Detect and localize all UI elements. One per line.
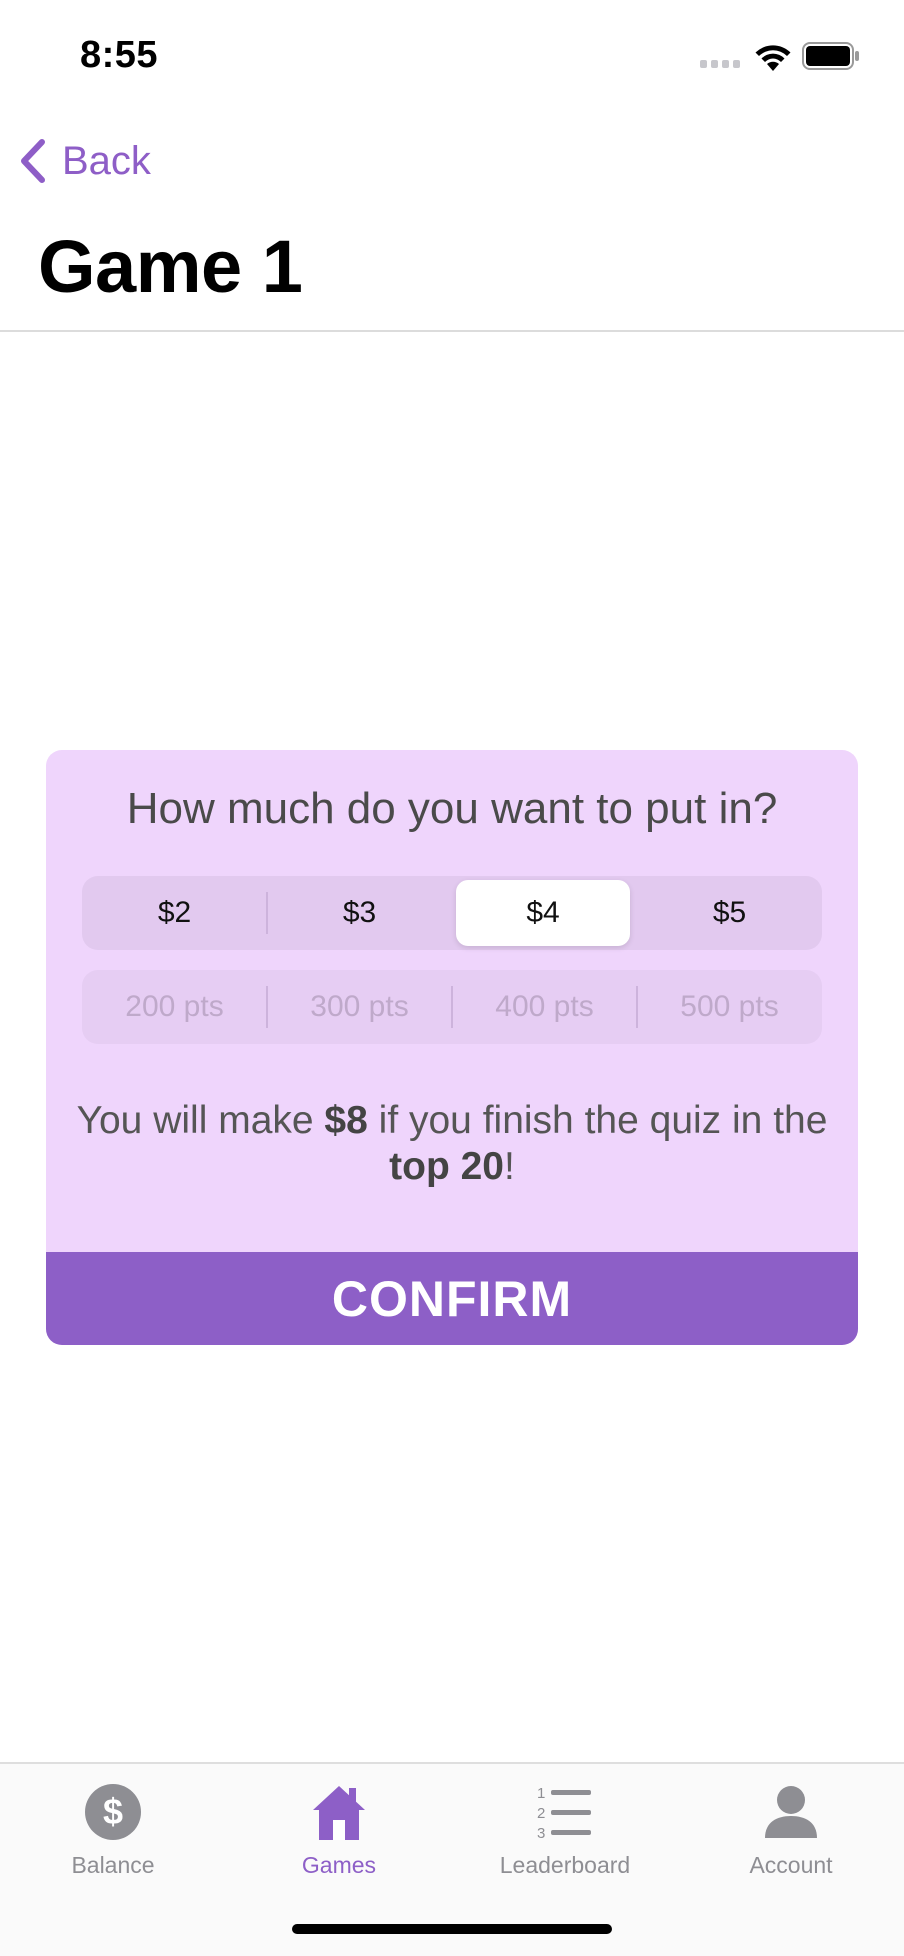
amount-option-2[interactable]: $2 bbox=[82, 876, 267, 950]
message-suffix: ! bbox=[504, 1145, 515, 1188]
page-title: Game 1 bbox=[38, 225, 303, 308]
person-icon bbox=[765, 1786, 817, 1838]
tab-label: Balance bbox=[71, 1852, 155, 1878]
stake-card: How much do you want to put in? $2 $3 $4… bbox=[46, 750, 858, 1345]
confirm-button[interactable]: CONFIRM bbox=[46, 1252, 858, 1345]
numbered-list-icon: 1 2 3 bbox=[537, 1785, 591, 1842]
svg-text:3: 3 bbox=[537, 1825, 545, 1842]
chevron-left-icon bbox=[21, 139, 45, 183]
tab-label: Account bbox=[749, 1852, 833, 1878]
home-indicator bbox=[292, 1924, 612, 1934]
tab-balance[interactable]: $ Balance bbox=[0, 1778, 226, 1888]
svg-text:1: 1 bbox=[537, 1785, 545, 1802]
points-segmented-control: 200 pts 300 pts 400 pts 500 pts bbox=[82, 970, 822, 1044]
svg-text:2: 2 bbox=[537, 1805, 545, 1822]
message-middle: if you finish the quiz in the bbox=[367, 1099, 828, 1142]
points-option-400: 400 pts bbox=[495, 990, 594, 1023]
payout-message: You will make $8 if you finish the quiz … bbox=[76, 1098, 828, 1190]
dollar-icon: $ bbox=[85, 1784, 141, 1840]
message-amount: $8 bbox=[324, 1099, 368, 1142]
nav-divider bbox=[0, 330, 904, 332]
amount-option-3[interactable]: $3 bbox=[267, 876, 452, 950]
battery-icon bbox=[802, 42, 859, 70]
message-prefix: You will make bbox=[76, 1099, 325, 1142]
tab-label: Games bbox=[301, 1852, 377, 1878]
points-option-500: 500 pts bbox=[680, 990, 779, 1023]
amount-option-5[interactable]: $5 bbox=[637, 876, 822, 950]
status-bar: 8:55 bbox=[0, 0, 904, 110]
tab-label: Leaderboard bbox=[499, 1852, 631, 1878]
tab-leaderboard[interactable]: 1 2 3 Leaderboard bbox=[452, 1778, 678, 1888]
stake-question: How much do you want to put in? bbox=[126, 784, 778, 833]
points-option-200: 200 pts bbox=[125, 990, 224, 1023]
tab-account[interactable]: Account bbox=[678, 1778, 904, 1888]
wifi-icon bbox=[755, 45, 791, 71]
back-button[interactable]: Back bbox=[18, 134, 151, 188]
home-icon bbox=[313, 1786, 365, 1840]
message-rank: top 20 bbox=[389, 1145, 504, 1188]
amount-option-4-selected[interactable]: $4 bbox=[456, 880, 630, 946]
cellular-signal-icon bbox=[700, 58, 742, 70]
amount-segmented-control: $2 $3 $4 $5 bbox=[82, 876, 822, 950]
points-option-300: 300 pts bbox=[310, 990, 409, 1023]
svg-text:$: $ bbox=[103, 1791, 123, 1832]
back-label: Back bbox=[62, 138, 151, 183]
tab-games[interactable]: Games bbox=[226, 1778, 452, 1888]
status-time: 8:55 bbox=[80, 34, 159, 76]
